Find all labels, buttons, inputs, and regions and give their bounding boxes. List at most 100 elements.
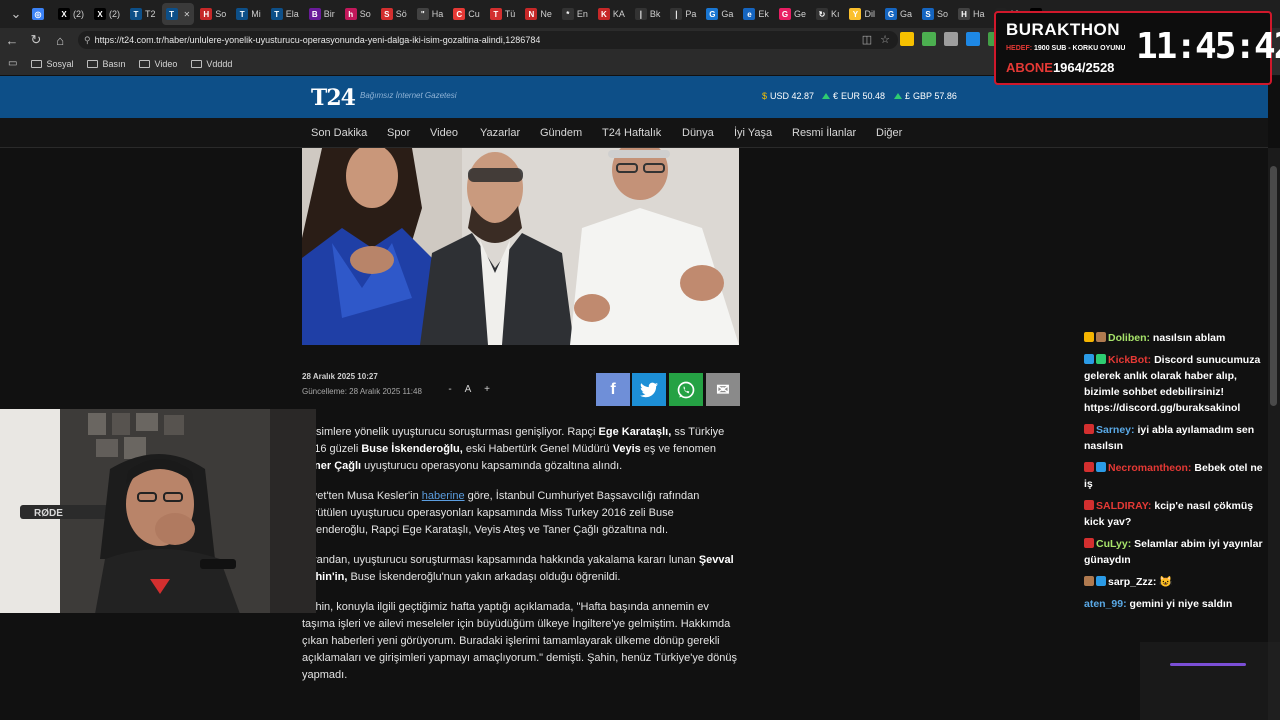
tab-label: So — [359, 9, 371, 19]
whatsapp-icon — [677, 381, 695, 398]
browser-tab[interactable]: B Bir — [305, 3, 339, 25]
url-omnibox[interactable]: ⚲ https://t24.com.tr/haber/unlulere-yone… — [78, 31, 898, 49]
chat-username[interactable]: Sarney: — [1096, 424, 1135, 436]
browser-tab[interactable]: N Ne — [521, 3, 556, 25]
chat-text: 😺 — [1159, 576, 1173, 588]
tab-favicon-icon: ∣ — [634, 8, 647, 20]
chat-username[interactable]: CuLyy: — [1096, 538, 1131, 550]
browser-tab[interactable]: G Ge — [775, 3, 810, 25]
browser-tab[interactable]: ◎ — [28, 3, 52, 25]
reader-mode-icon[interactable]: ◫ — [862, 33, 872, 46]
article-photo — [302, 148, 739, 345]
chat-username[interactable]: Necromantheon: — [1108, 462, 1191, 474]
overlay-subscribers: ABONE1964/2528 — [1006, 60, 1115, 75]
chat-username[interactable]: KickBot: — [1108, 354, 1151, 366]
tab-close-icon[interactable]: ✕ — [184, 10, 191, 19]
browser-tab[interactable]: C Cu — [449, 3, 484, 25]
bookmark-star-icon[interactable]: ☆ — [880, 33, 890, 46]
nav-dunya[interactable]: Dünya — [682, 127, 714, 139]
site-info-icon[interactable]: ⚲ — [84, 35, 91, 46]
browser-tab[interactable]: G Ga — [881, 3, 916, 25]
stream-chat: Doliben: nasılsın ablam KickBot: Discord … — [1084, 330, 1270, 618]
tab-search-chevron-icon[interactable]: ⌄ — [4, 2, 28, 26]
tab-favicon-icon: ◎ — [32, 8, 44, 20]
browser-tab[interactable]: T Tü — [486, 3, 520, 25]
article-body: lü isimlere yönelik uyuşturucu soruşturm… — [302, 424, 742, 697]
chat-username[interactable]: SALDIRAY: — [1096, 500, 1151, 512]
tab-favicon-icon: T — [130, 8, 142, 20]
back-arrow-icon[interactable]: ← — [0, 28, 24, 52]
chat-message: Doliben: nasılsın ablam — [1084, 330, 1270, 346]
tab-favicon-icon: S — [921, 8, 934, 20]
browser-tab[interactable]: K KA — [594, 3, 629, 25]
nav-gundem[interactable]: Gündem — [540, 127, 582, 139]
extension-icon[interactable] — [944, 32, 958, 46]
nav-iyi-yasa[interactable]: İyi Yaşa — [734, 127, 772, 139]
tab-label: Pa — [685, 9, 697, 19]
bookmark-folder-vdddd[interactable]: Vdddd — [191, 59, 232, 69]
browser-tab[interactable]: T Ela — [267, 3, 303, 25]
tab-favicon-icon: * — [561, 8, 574, 20]
browser-tab[interactable]: X (2) — [54, 3, 88, 25]
chat-badge-icon — [1084, 576, 1094, 586]
extension-icon[interactable] — [900, 32, 914, 46]
browser-tab[interactable]: ↻ Kı — [812, 3, 844, 25]
font-reset-button[interactable]: A — [460, 384, 476, 395]
browser-tab[interactable]: ∣ Bk — [631, 3, 665, 25]
nav-yazarlar[interactable]: Yazarlar — [480, 127, 520, 139]
tab-favicon-icon: G — [706, 8, 719, 20]
browser-tab[interactable]: G Ga — [702, 3, 737, 25]
extension-icon[interactable] — [966, 32, 980, 46]
browser-tab[interactable]: H Ha — [954, 3, 989, 25]
chat-username[interactable]: Doliben: — [1108, 332, 1150, 344]
browser-tab[interactable]: X (2) — [90, 3, 124, 25]
share-facebook-button[interactable]: f — [596, 373, 630, 406]
nav-diger[interactable]: Diğer — [876, 127, 902, 139]
bookmark-folder-basin[interactable]: Basın — [87, 59, 125, 69]
browser-tab[interactable]: Y Dil — [845, 3, 879, 25]
tab-favicon-icon: X — [94, 8, 106, 20]
reload-icon[interactable]: ↻ — [24, 28, 48, 52]
tab-label: Kı — [830, 9, 840, 19]
home-icon[interactable]: ⌂ — [48, 28, 72, 52]
haberine-link[interactable]: haberine — [422, 490, 465, 502]
extension-icon[interactable] — [922, 32, 936, 46]
chat-username[interactable]: aten_99: — [1084, 598, 1127, 610]
browser-tab[interactable]: S Sö — [377, 3, 411, 25]
browser-tab[interactable]: " Ha — [413, 3, 448, 25]
tab-favicon-icon: G — [778, 8, 791, 20]
url-text[interactable]: https://t24.com.tr/haber/unlulere-yoneli… — [95, 35, 541, 45]
share-email-button[interactable]: ✉ — [706, 373, 740, 406]
nav-video[interactable]: Video — [430, 127, 458, 139]
share-twitter-button[interactable] — [632, 373, 666, 406]
nav-t24-haftalik[interactable]: T24 Haftalık — [602, 127, 661, 139]
arrow-up-icon — [894, 93, 902, 99]
nav-spor[interactable]: Spor — [387, 127, 410, 139]
tab-favicon-icon: G — [884, 8, 897, 20]
overlay-title: BURAKTHON — [1006, 20, 1121, 39]
bookmark-folder-video[interactable]: Video — [139, 59, 177, 69]
chat-message: KickBot: Discord sunucumuza gelerek anlı… — [1084, 352, 1270, 416]
browser-tab[interactable]: H So — [196, 3, 230, 25]
tab-label: Ha — [973, 9, 985, 19]
browser-tab[interactable]: T T2 — [126, 3, 160, 25]
scrollbar-thumb[interactable] — [1270, 166, 1277, 406]
font-increase-button[interactable]: + — [479, 384, 495, 395]
browser-tab[interactable]: S So — [918, 3, 952, 25]
browser-tab[interactable]: ∣ Pa — [666, 3, 700, 25]
browser-tab[interactable]: T Mi — [232, 3, 265, 25]
site-logo[interactable]: T24 — [311, 85, 356, 111]
browser-tab[interactable]: T ✕ — [161, 3, 195, 25]
browser-tab[interactable]: h So — [341, 3, 375, 25]
sidebar-toggle-icon[interactable]: ▭ — [8, 58, 17, 69]
font-decrease-button[interactable]: - — [442, 384, 458, 395]
browser-tab[interactable]: e Ek — [739, 3, 773, 25]
tab-label: Ga — [721, 9, 734, 19]
bookmark-folder-sosyal[interactable]: Sosyal — [31, 59, 73, 69]
nav-son-dakika[interactable]: Son Dakika — [311, 127, 367, 139]
chat-username[interactable]: sarp_Zzz: — [1108, 576, 1156, 588]
nav-resmi-ilanlar[interactable]: Resmi İlanlar — [792, 127, 856, 139]
browser-tab[interactable]: * En — [558, 3, 592, 25]
email-icon: ✉ — [716, 381, 730, 399]
share-whatsapp-button[interactable] — [669, 373, 703, 406]
